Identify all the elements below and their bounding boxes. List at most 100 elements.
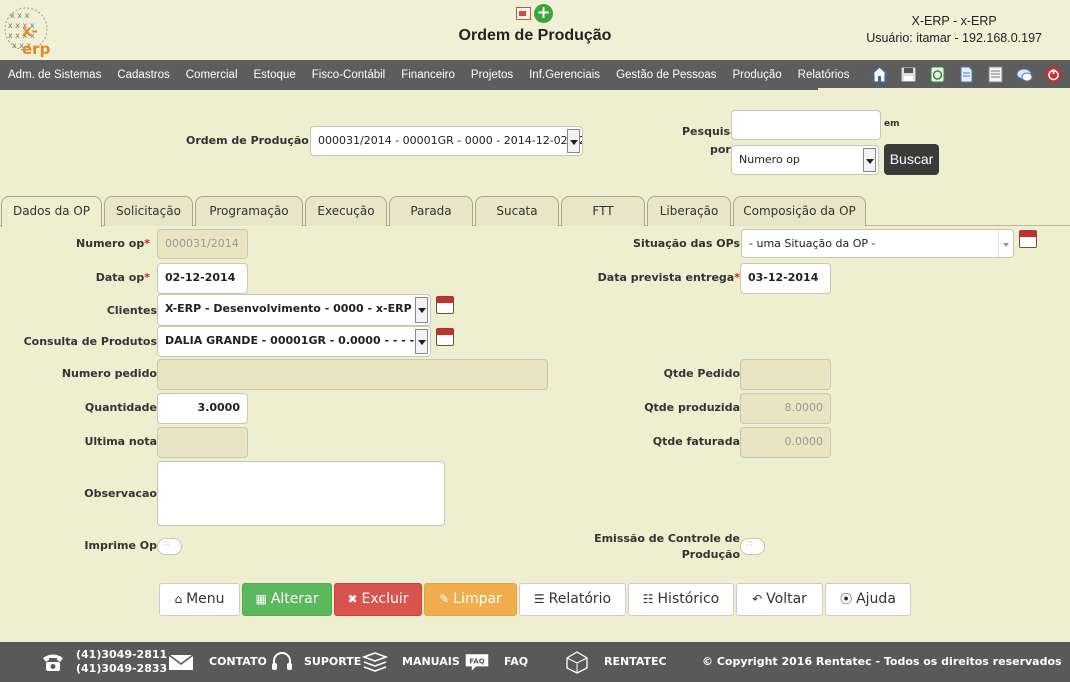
home-icon[interactable] — [870, 65, 889, 84]
search-by-select[interactable]: Numero op — [731, 145, 879, 175]
situacao-value: - uma Situação da OP - — [749, 237, 876, 250]
chevron-down-icon[interactable] — [415, 329, 428, 354]
calendar-icon[interactable] — [1019, 230, 1037, 248]
numero-op-label: Numero op* — [76, 237, 150, 250]
phone-1: (41)3049-2811 — [76, 648, 168, 661]
op-select[interactable]: 000031/2014 - 00001GR - 0000 - 2014-12-0… — [310, 126, 583, 156]
document-icon[interactable] — [516, 7, 531, 20]
document-icon[interactable] — [957, 65, 976, 84]
faq-icon[interactable]: FAQ — [464, 650, 490, 674]
clientes-value: X-ERP - Desenvolvimento - 0000 - x-ERP — [165, 302, 412, 315]
faq-link[interactable]: FAQ — [504, 642, 528, 682]
calendar-icon[interactable] — [436, 328, 454, 346]
svg-text:x x x: x x x — [10, 11, 30, 20]
power-icon[interactable] — [1044, 65, 1063, 84]
imprime-op-toggle[interactable] — [157, 538, 182, 555]
eraser-icon: ✎ — [439, 592, 450, 606]
tab-sucata[interactable]: Sucata — [475, 196, 559, 226]
tab-composicao-op[interactable]: Composição da OP — [733, 196, 866, 226]
ultima-nota-label: Ultima nota — [84, 435, 157, 448]
nav-item-relatorios[interactable]: Relatórios — [790, 60, 858, 90]
tab-ftt[interactable]: FTT — [561, 196, 645, 226]
quantidade-field[interactable]: 3.0000 — [157, 393, 248, 424]
list-icon[interactable] — [986, 65, 1005, 84]
observacao-label: Observacao — [84, 487, 157, 500]
search-input[interactable] — [731, 110, 881, 140]
rentatec-logo-icon[interactable] — [564, 650, 590, 674]
clientes-select[interactable]: X-ERP - Desenvolvimento - 0000 - x-ERP — [157, 294, 431, 326]
emissao-controle-toggle[interactable] — [740, 538, 765, 555]
user-line: Usuário: itamar - 192.168.0.197 — [866, 31, 1042, 45]
produtos-select[interactable]: DALIA GRANDE - 00001GR - 0.0000 - - - - … — [157, 326, 431, 357]
nav-item-gestao-pessoas[interactable]: Gestão de Pessoas — [608, 60, 724, 90]
ajuda-button[interactable]: ⦿ Ajuda — [825, 583, 911, 616]
save-icon[interactable] — [899, 65, 918, 84]
nav-item-adm-sistemas[interactable]: Adm. de Sistemas — [0, 60, 109, 90]
relatorio-button[interactable]: ☰ Relatório — [519, 583, 626, 616]
tab-programacao[interactable]: Programação — [195, 196, 303, 226]
chat-icon[interactable] — [1015, 65, 1034, 84]
nav-divider — [818, 88, 1070, 90]
nav-item-comercial[interactable]: Comercial — [178, 60, 246, 90]
tab-dados-op[interactable]: Dados da OP — [1, 196, 102, 227]
limpar-button[interactable]: ✎ Limpar — [424, 583, 517, 616]
qtde-produzida-field: 8.0000 — [740, 393, 831, 424]
situacao-select[interactable]: - uma Situação da OP - — [741, 229, 1014, 258]
calendar-icon[interactable] — [436, 296, 454, 314]
envelope-icon[interactable] — [168, 650, 194, 674]
nav-item-fisco-contabil[interactable]: Fisco-Contábil — [304, 60, 394, 90]
list-icon: ☰ — [533, 592, 545, 606]
nav-item-producao[interactable]: Produção — [724, 60, 789, 90]
tab-liberacao[interactable]: Liberação — [647, 196, 731, 226]
nav-item-projetos[interactable]: Projetos — [463, 60, 521, 90]
contato-link[interactable]: CONTATO — [209, 642, 267, 682]
recycle-icon[interactable] — [928, 65, 947, 84]
search-by-value: Numero op — [739, 153, 800, 166]
nav-item-cadastros[interactable]: Cadastros — [109, 60, 177, 90]
phone-icon — [43, 654, 63, 671]
qtde-pedido-label: Qtde Pedido — [663, 367, 740, 380]
data-op-field[interactable]: 02-12-2014 — [157, 263, 248, 294]
data-prevista-field[interactable]: 03-12-2014 — [740, 263, 831, 294]
emissao-controle-label: Emissão de Controle de Produção — [594, 532, 740, 561]
numero-pedido-label: Numero pedido — [61, 367, 157, 380]
copyright: © Copyright 2016 Rentatec - Todos os dir… — [702, 655, 1062, 668]
nav-item-financeiro[interactable]: Financeiro — [393, 60, 463, 90]
voltar-button[interactable]: ↶ Voltar — [736, 583, 823, 616]
suporte-link[interactable]: SUPORTE — [304, 642, 361, 682]
nav-item-estoque[interactable]: Estoque — [246, 60, 304, 90]
books-icon[interactable] — [362, 650, 388, 674]
chevron-down-icon[interactable] — [415, 297, 428, 323]
numero-op-field: 000031/2014 — [157, 229, 248, 259]
tab-execucao[interactable]: Execução — [305, 196, 387, 226]
data-prevista-label: Data prevista entrega* — [597, 271, 740, 284]
alterar-button[interactable]: ▦ Alterar — [242, 583, 332, 616]
manuais-link[interactable]: MANUAIS — [402, 642, 460, 682]
menu-button[interactable]: ⌂ Menu — [159, 583, 240, 616]
excluir-button[interactable]: ✖ Excluir — [334, 583, 422, 616]
historico-button[interactable]: ☷ Histórico — [628, 583, 734, 616]
phone-2: (41)3049-2833 — [76, 662, 168, 675]
svg-text:FAQ: FAQ — [469, 658, 484, 666]
add-icon[interactable]: + — [534, 4, 553, 23]
qtde-produzida-label: Qtde produzida — [644, 401, 740, 414]
chevron-down-icon[interactable] — [998, 230, 1013, 257]
chevron-down-icon[interactable] — [567, 129, 580, 153]
headset-icon[interactable] — [269, 650, 295, 674]
nav-item-inf-gerenciais[interactable]: Inf.Gerenciais — [521, 60, 608, 90]
imprime-op-label: Imprime Op — [84, 539, 157, 552]
chevron-down-icon[interactable] — [863, 148, 876, 172]
rentatec-link[interactable]: RENTATEC — [604, 642, 667, 682]
header: x x xx x x xx x x xx x x x-erp + Ordem d… — [0, 0, 1070, 60]
footer: (41)3049-2811 (41)3049-2833 CONTATO SUPO… — [0, 642, 1070, 682]
tab-solicitacao[interactable]: Solicitação — [104, 196, 193, 226]
data-op-label: Data op* — [95, 271, 150, 284]
situacao-label: Situação das OPs — [633, 237, 740, 250]
save-icon: ▦ — [255, 592, 267, 606]
tab-parada[interactable]: Parada — [389, 196, 473, 226]
observacao-textarea[interactable] — [157, 461, 445, 526]
back-arrow-icon: ↶ — [752, 592, 763, 606]
buscar-button[interactable]: Buscar — [884, 144, 939, 175]
consulta-produtos-label: Consulta de Produtos — [23, 335, 157, 348]
qtde-faturada-label: Qtde faturada — [652, 435, 740, 448]
